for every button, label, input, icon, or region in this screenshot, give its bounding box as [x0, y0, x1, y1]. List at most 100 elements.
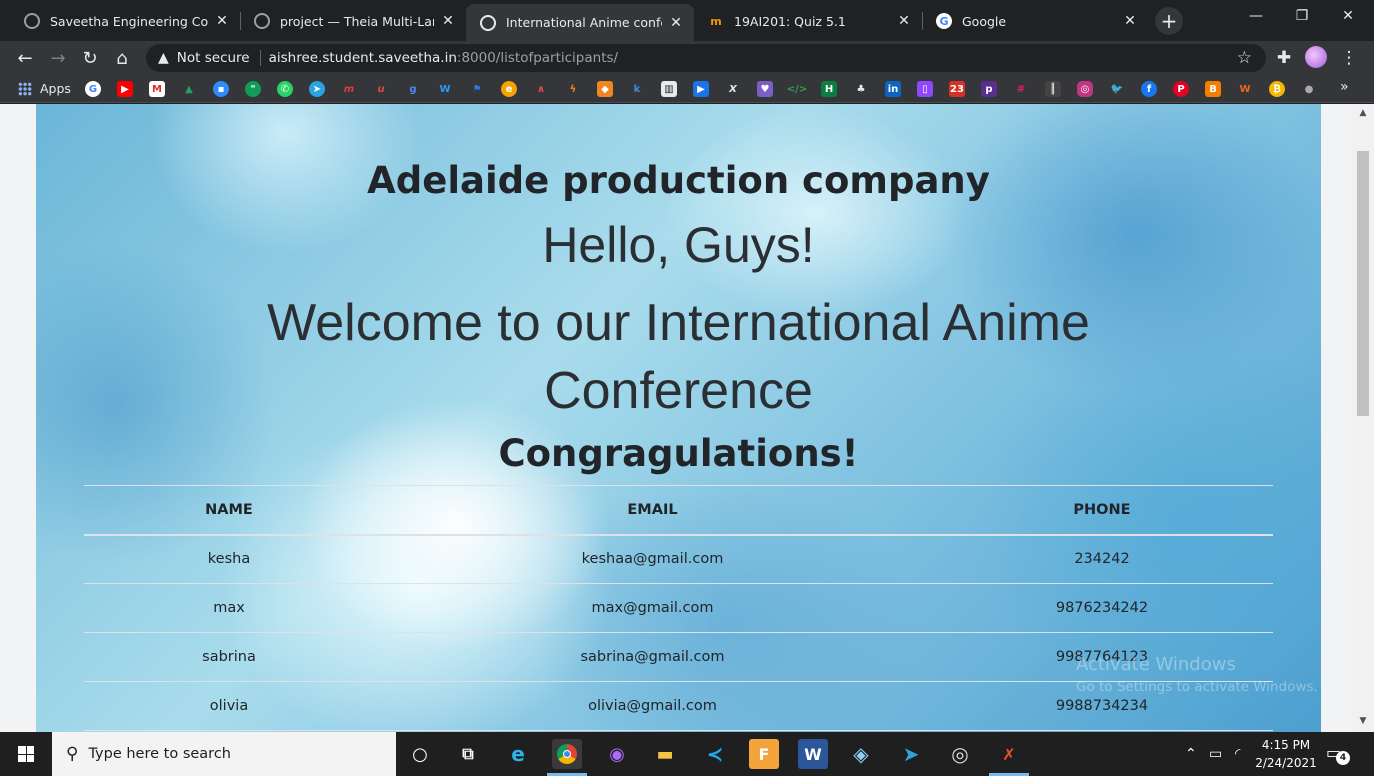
- globe-icon: [480, 14, 496, 31]
- tab-close-icon[interactable]: ✕: [214, 13, 230, 29]
- congrats-heading: Congragulations!: [498, 432, 859, 475]
- calendar-icon[interactable]: 23: [949, 81, 965, 97]
- tab-title: 19AI201: Quiz 5.1: [734, 13, 846, 29]
- data-icon[interactable]: ▥: [661, 81, 677, 97]
- twitch-icon[interactable]: ▯: [917, 81, 933, 97]
- menu-kebab-icon[interactable]: ⋮: [1336, 45, 1362, 71]
- address-bar[interactable]: ▲ Not secure aishree.student.saveetha.in…: [146, 44, 1266, 72]
- profile-avatar[interactable]: [1305, 46, 1327, 68]
- tab-google[interactable]: G Google ✕: [922, 6, 1148, 36]
- scroll-down-arrow-icon[interactable]: ▼: [1352, 716, 1374, 730]
- apps-grid-icon: [18, 81, 32, 96]
- back-button[interactable]: ←: [12, 45, 38, 71]
- reload-button[interactable]: ↻: [77, 45, 103, 71]
- box-icon[interactable]: ◆: [597, 81, 613, 97]
- scrollbar-thumb[interactable]: [1357, 151, 1369, 416]
- home-button[interactable]: ⌂: [109, 45, 135, 71]
- security-label[interactable]: Not secure: [177, 50, 250, 66]
- edge-icon[interactable]: e: [503, 739, 533, 769]
- scroll-up-arrow-icon[interactable]: ▲: [1352, 108, 1374, 122]
- tool-app-icon[interactable]: ✗: [989, 739, 1029, 776]
- hangouts-icon[interactable]: ": [245, 81, 261, 97]
- g-brand-icon[interactable]: g: [405, 81, 421, 97]
- linkedin-icon[interactable]: in: [885, 81, 901, 97]
- chart-icon[interactable]: ∧: [533, 81, 549, 97]
- p-brand-icon[interactable]: p: [981, 81, 997, 97]
- tab-close-icon[interactable]: ✕: [896, 13, 912, 29]
- ribbon-icon[interactable]: ♥: [757, 81, 773, 97]
- gmail-icon[interactable]: M: [149, 81, 165, 97]
- word-icon[interactable]: W: [798, 739, 828, 769]
- podcast-icon[interactable]: ◉: [602, 739, 632, 769]
- google-icon: G: [936, 13, 952, 29]
- tab-saveetha[interactable]: Saveetha Engineering College ✕: [10, 6, 240, 36]
- page-content: Adelaide production company Hello, Guys!…: [36, 104, 1321, 732]
- twitter-icon[interactable]: 🐦: [1109, 81, 1125, 97]
- header-phone: PHONE: [931, 485, 1273, 536]
- start-button[interactable]: [0, 732, 52, 776]
- code-icon[interactable]: </>: [787, 81, 807, 97]
- youtube-icon[interactable]: ▶: [117, 81, 133, 97]
- bolt-icon[interactable]: ϟ: [565, 81, 581, 97]
- minimize-button[interactable]: —: [1233, 8, 1279, 24]
- battery-icon[interactable]: ▭: [1209, 732, 1222, 776]
- file-explorer-icon[interactable]: ▬: [650, 739, 680, 769]
- tab-close-icon[interactable]: ✕: [440, 13, 456, 29]
- bitcoin-icon[interactable]: ₿: [1269, 81, 1285, 97]
- w-orange-icon[interactable]: W: [1237, 81, 1253, 97]
- tab-quiz[interactable]: m 19AI201: Quiz 5.1 ✕: [694, 6, 922, 36]
- apps-shortcut[interactable]: Apps: [18, 81, 71, 96]
- globe-icon: [24, 13, 40, 29]
- task-view-icon[interactable]: ⧉: [453, 739, 483, 769]
- hr-brand-icon[interactable]: H: [821, 81, 837, 97]
- tab-anime-conference[interactable]: International Anime conferenc ✕: [466, 4, 694, 41]
- media-player-icon[interactable]: ◎: [945, 739, 975, 769]
- chrome-icon[interactable]: [547, 739, 587, 776]
- tab-close-icon[interactable]: ✕: [1122, 13, 1138, 29]
- tab-theia-project[interactable]: project — Theia Multi-Languag ✕: [240, 6, 466, 36]
- tab-title: Saveetha Engineering College: [50, 13, 208, 29]
- more-bookmarks-icon[interactable]: »: [1340, 79, 1349, 95]
- vscode-icon[interactable]: ≺: [700, 739, 730, 769]
- system-clock[interactable]: 4:15 PM 2/24/2021: [1250, 736, 1322, 772]
- notifications-icon[interactable]: ▭ 4: [1326, 743, 1350, 765]
- people-icon[interactable]: ♣: [853, 81, 869, 97]
- maximize-button[interactable]: ❐: [1279, 8, 1325, 24]
- blogger-icon[interactable]: B: [1205, 81, 1221, 97]
- x-brand-icon[interactable]: X: [725, 81, 741, 97]
- f-app-icon[interactable]: F: [749, 739, 779, 769]
- instagram-icon[interactable]: ◎: [1077, 81, 1093, 97]
- w-brand-icon[interactable]: W: [437, 81, 453, 97]
- telegram-icon[interactable]: ➤: [309, 81, 325, 97]
- cortana-icon[interactable]: ○: [405, 739, 435, 769]
- facebook-icon[interactable]: f: [1141, 81, 1157, 97]
- barcode-icon[interactable]: ║: [1045, 81, 1061, 97]
- play-icon[interactable]: ▶: [693, 81, 709, 97]
- pinterest-icon[interactable]: P: [1173, 81, 1189, 97]
- meet-icon[interactable]: ▪: [213, 81, 229, 97]
- notes-app-icon[interactable]: ◈: [846, 739, 876, 769]
- m-brand-icon[interactable]: m: [341, 81, 357, 97]
- tab-close-icon[interactable]: ✕: [668, 15, 684, 31]
- e-brand-icon[interactable]: e: [501, 81, 517, 97]
- flag-icon[interactable]: ⚑: [469, 81, 485, 97]
- forward-button[interactable]: →: [45, 45, 71, 71]
- slack-icon[interactable]: #: [1013, 81, 1029, 97]
- k-brand-icon[interactable]: k: [629, 81, 645, 97]
- cell-phone: 234242: [931, 534, 1273, 584]
- new-tab-button[interactable]: +: [1155, 7, 1183, 35]
- whatsapp-icon[interactable]: ✆: [277, 81, 293, 97]
- telegram-taskbar-icon[interactable]: ➤: [896, 739, 926, 769]
- tray-chevron-icon[interactable]: ⌃: [1185, 732, 1197, 776]
- github-icon[interactable]: ●: [1301, 81, 1317, 97]
- page-scrollbar[interactable]: ▲ ▼: [1352, 104, 1374, 732]
- close-window-button[interactable]: ✕: [1325, 8, 1371, 24]
- wifi-icon[interactable]: ◜: [1235, 732, 1240, 776]
- google-icon[interactable]: G: [85, 81, 101, 97]
- bookmark-star-icon[interactable]: ☆: [1237, 48, 1252, 68]
- watermark-subtitle: Go to Settings to activate Windows.: [1076, 679, 1318, 695]
- extensions-puzzle-icon[interactable]: ✚: [1271, 45, 1297, 71]
- taskbar-search[interactable]: ⚲ Type here to search: [52, 732, 396, 776]
- drive-icon[interactable]: ▲: [181, 81, 197, 97]
- u-brand-icon[interactable]: u: [373, 81, 389, 97]
